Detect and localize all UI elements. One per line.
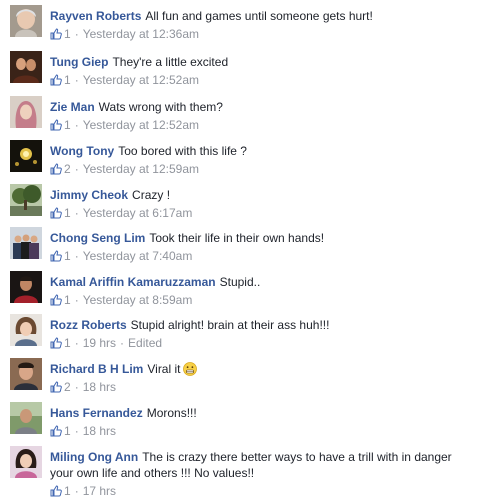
man-avatar-icon[interactable] — [10, 358, 42, 390]
like-count: 1 — [64, 206, 71, 220]
edited-label[interactable]: Edited — [128, 336, 162, 350]
comment-timestamp[interactable]: Yesterday at 6:17am — [83, 206, 193, 220]
grimace-emoji-icon — [183, 362, 198, 376]
meta-separator: · — [74, 484, 79, 498]
thumbs-up-icon[interactable] — [50, 294, 62, 306]
comment-author-link[interactable]: Rayven Roberts — [50, 9, 141, 23]
thumbs-up-icon[interactable] — [50, 485, 62, 497]
comment-timestamp[interactable]: Yesterday at 12:59am — [83, 162, 199, 176]
comment-text: Stupid.. — [219, 275, 261, 289]
comment-thread: Rayven Roberts All fun and games until so… — [0, 0, 499, 503]
tree-avatar-icon[interactable] — [10, 184, 42, 216]
woman-avatar-icon[interactable] — [10, 5, 42, 37]
meta-separator: · — [120, 336, 125, 350]
thumbs-up-icon[interactable] — [50, 425, 62, 437]
comment-author-link[interactable]: Richard B H Lim — [50, 362, 143, 376]
meta-separator: · — [74, 118, 79, 132]
comment-timestamp[interactable]: 19 hrs — [83, 336, 116, 350]
thumbs-up-icon[interactable] — [50, 119, 62, 131]
meta-separator: · — [74, 73, 79, 87]
meta-separator: · — [74, 380, 79, 394]
comment-text: They're a little excited — [112, 55, 229, 69]
comment-author-link[interactable]: Tung Giep — [50, 55, 108, 69]
thumbs-up-icon[interactable] — [50, 74, 62, 86]
comment-author-link[interactable]: Hans Fernandez — [50, 406, 143, 420]
hijab-woman-avatar-icon[interactable] — [10, 96, 42, 128]
comment-text: Took their life in their own hands! — [149, 231, 325, 245]
meta-separator: · — [74, 27, 79, 41]
comment-text: The is crazy there better ways to have a… — [142, 450, 452, 464]
meta-separator: · — [74, 424, 79, 438]
thumbs-up-icon[interactable] — [50, 381, 62, 393]
like-count: 2 — [64, 162, 71, 176]
thumbs-up-icon[interactable] — [50, 337, 62, 349]
group-photo-avatar-icon[interactable] — [10, 227, 42, 259]
meta-separator: · — [74, 249, 79, 263]
comment-text: All fun and games until someone gets hur… — [145, 9, 373, 23]
comment-author-link[interactable]: Rozz Roberts — [50, 318, 127, 332]
comment-author-link[interactable]: Miling Ong Ann — [50, 450, 138, 464]
like-count: 1 — [64, 249, 71, 263]
like-count: 1 — [64, 73, 71, 87]
man-red-avatar-icon[interactable] — [10, 271, 42, 303]
comment-timestamp[interactable]: Yesterday at 12:52am — [83, 73, 199, 87]
comment-timestamp[interactable]: Yesterday at 7:40am — [83, 249, 193, 263]
like-count: 1 — [64, 293, 71, 307]
like-count: 1 — [64, 424, 71, 438]
meta-separator: · — [74, 293, 79, 307]
comment-author-link[interactable]: Zie Man — [50, 100, 95, 114]
comment-timestamp[interactable]: 18 hrs — [83, 424, 116, 438]
comment-text: Too bored with this life ? — [118, 144, 247, 158]
woman-pink-avatar-icon[interactable] — [10, 446, 42, 478]
like-count: 1 — [64, 118, 71, 132]
meta-separator: · — [74, 336, 79, 350]
woman-light-avatar-icon[interactable] — [10, 314, 42, 346]
comment-timestamp[interactable]: Yesterday at 12:52am — [83, 118, 199, 132]
comment-timestamp[interactable]: Yesterday at 12:36am — [83, 27, 199, 41]
like-count: 1 — [64, 27, 71, 41]
comment-text-continued: your own life and others !!! No values!! — [50, 466, 255, 480]
thumbs-up-icon[interactable] — [50, 250, 62, 262]
comment-text: Stupid alright! brain at their ass huh!!… — [130, 318, 330, 332]
comment-author-link[interactable]: Jimmy Cheok — [50, 188, 128, 202]
comment-timestamp[interactable]: Yesterday at 8:59am — [83, 293, 193, 307]
comment-author-link[interactable]: Wong Tony — [50, 144, 114, 158]
like-count: 1 — [64, 484, 71, 498]
like-count: 1 — [64, 336, 71, 350]
thumbs-up-icon[interactable] — [50, 207, 62, 219]
thumbs-up-icon[interactable] — [50, 163, 62, 175]
comment-text: Viral it — [147, 362, 181, 376]
night-lights-avatar-icon[interactable] — [10, 140, 42, 172]
comment-author-link[interactable]: Kamal Ariffin Kamaruzzaman — [50, 275, 216, 289]
couple-avatar-icon[interactable] — [10, 51, 42, 83]
man-outdoor-avatar-icon[interactable] — [10, 402, 42, 434]
comment-timestamp[interactable]: 17 hrs — [83, 484, 116, 498]
comment-text: Morons!!! — [146, 406, 197, 420]
comment-author-link[interactable]: Chong Seng Lim — [50, 231, 145, 245]
comment-text: Crazy ! — [132, 188, 171, 202]
like-count: 2 — [64, 380, 71, 394]
comment-timestamp[interactable]: 18 hrs — [83, 380, 116, 394]
meta-separator: · — [74, 206, 79, 220]
meta-separator: · — [74, 162, 79, 176]
thumbs-up-icon[interactable] — [50, 28, 62, 40]
comment-text: Wats wrong with them? — [98, 100, 223, 114]
